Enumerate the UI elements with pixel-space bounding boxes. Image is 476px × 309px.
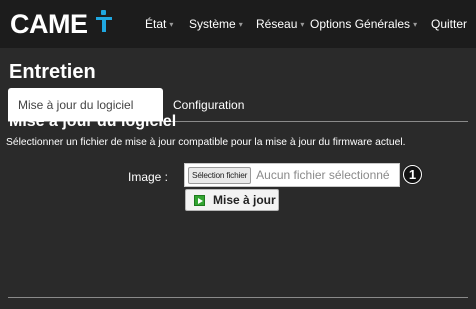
nav-item-reseau[interactable]: Réseau ▾ (256, 16, 304, 32)
caret-down-icon: ▾ (413, 19, 418, 29)
nav-item-options-generales[interactable]: Options Générales ▾ (310, 16, 417, 32)
update-button-label: Mise à jour (213, 193, 276, 207)
image-field-label: Image : (128, 170, 169, 184)
tab-configuration[interactable]: Configuration (173, 88, 244, 121)
nav-item-label: Options Générales (310, 17, 411, 31)
nav-item-label: Quitter (431, 17, 468, 31)
top-bar: CAME État ▾ Système ▾ Réseau ▾ Options G… (0, 0, 476, 48)
update-button[interactable]: Mise à jour (185, 189, 279, 211)
play-icon (194, 194, 205, 206)
caret-down-icon: ▾ (300, 19, 305, 29)
page-title: Entretien (9, 61, 96, 83)
section-title: Mise à jour du logiciel (9, 113, 177, 130)
file-status-text: Aucun fichier sélectionné (256, 168, 390, 182)
nav-item-label: Système (189, 17, 236, 31)
callout-number: 1 (404, 166, 421, 183)
nav-item-etat[interactable]: État ▾ (145, 16, 173, 32)
came-logo[interactable]: CAME (10, 9, 112, 39)
caret-down-icon: ▾ (238, 19, 243, 29)
logo-text: CAME (10, 8, 88, 39)
main-panel: Entretien Mise à jour du logiciel Config… (0, 48, 476, 309)
logo-mark-icon (95, 10, 112, 34)
file-input[interactable]: Sélection fichier Aucun fichier sélectio… (184, 163, 400, 187)
section-description: Sélectionner un fichier de mise à jour c… (6, 137, 406, 148)
nav-item-label: État (145, 17, 167, 31)
caret-down-icon: ▾ (169, 19, 174, 29)
nav-item-label: Réseau (256, 17, 298, 31)
nav-item-quitter[interactable]: Quitter (431, 16, 467, 32)
select-file-button[interactable]: Sélection fichier (188, 166, 252, 184)
bottom-divider (8, 297, 468, 298)
callout-marker: 1 (402, 164, 423, 185)
nav-item-systeme[interactable]: Système ▾ (189, 16, 243, 32)
